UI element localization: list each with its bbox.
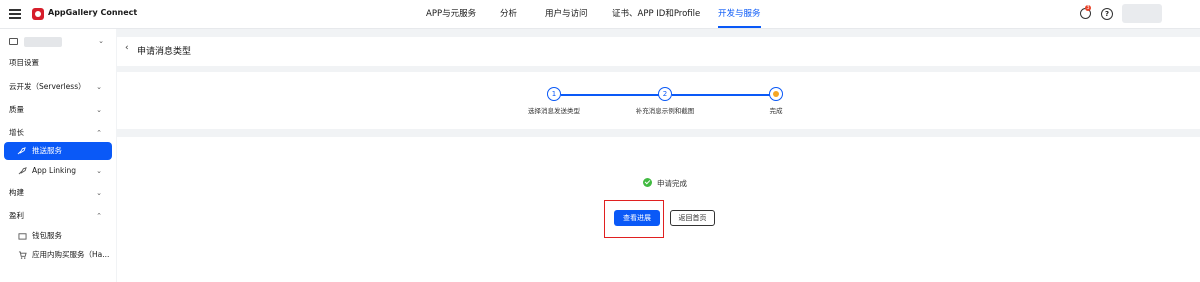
step-2-label: 补充消息示例和截图 (635, 107, 695, 115)
sidebar-item-growth[interactable]: 增长 ⌃ (0, 124, 116, 142)
appgallery-logo (32, 8, 44, 20)
chevron-up-icon: ⌃ (96, 212, 102, 220)
step-2-indicator: 2 (658, 87, 672, 101)
status-text: 申请完成 (657, 179, 687, 188)
notification-badge: 3 (1085, 5, 1091, 11)
step-1-label: 选择消息发送类型 (528, 107, 580, 115)
page-title: 申请消息类型 (137, 47, 192, 57)
page-header: ‹ 申请消息类型 (117, 37, 1200, 66)
rocket-icon (17, 147, 26, 155)
current-step-dot (773, 91, 779, 97)
wallet-icon (18, 233, 27, 240)
back-to-home-button[interactable]: 返回首页 (670, 210, 715, 226)
sidebar-item-iap[interactable]: 应用内购买服务（Ha... (0, 246, 116, 264)
step-progress: 1 2 选择消息发送类型 补充消息示例和截图 完成 (117, 72, 1200, 129)
step-1-indicator: 1 (547, 87, 561, 101)
link-icon (18, 167, 27, 175)
sidebar-item-serverless[interactable]: 云开发（Serverless） ⌄ (0, 78, 116, 96)
project-name-redacted (24, 37, 62, 47)
sidebar-item-push-kit[interactable]: 推送服务 (4, 142, 112, 160)
chevron-down-icon: ⌄ (96, 189, 102, 197)
chevron-up-icon: ⌃ (96, 129, 102, 137)
chevron-down-icon: ⌄ (96, 83, 102, 91)
step-connector (561, 94, 659, 96)
nav-develop-services[interactable]: 开发与服务 (718, 0, 761, 28)
nav-analytics[interactable]: 分析 (500, 0, 517, 28)
step-connector (672, 94, 770, 96)
sidebar: ⌄ 项目设置 云开发（Serverless） ⌄ 质量 ⌄ 增长 ⌃ 推送服务 … (0, 29, 116, 282)
nav-users-access[interactable]: 用户与访问 (545, 0, 588, 28)
chevron-down-icon: ⌄ (98, 37, 104, 45)
sidebar-item-app-linking[interactable]: App Linking ⌄ (0, 162, 116, 180)
result-panel: 申请完成 查看进展 返回首页 (117, 137, 1200, 282)
sidebar-item-project-settings[interactable]: 项目设置 (0, 54, 116, 72)
project-selector[interactable]: ⌄ (9, 35, 109, 49)
nav-certificates[interactable]: 证书、APP ID和Profile (612, 0, 700, 28)
brand-name: AppGallery Connect (48, 8, 138, 17)
sidebar-item-build[interactable]: 构建 ⌄ (0, 184, 116, 202)
help-icon[interactable]: ? (1101, 8, 1113, 20)
sidebar-item-quality[interactable]: 质量 ⌄ (0, 101, 116, 119)
highlight-box (604, 200, 664, 238)
cart-icon (18, 251, 27, 259)
sidebar-item-monetize[interactable]: 盈利 ⌃ (0, 207, 116, 225)
chevron-down-icon: ⌄ (96, 106, 102, 114)
success-check-icon (643, 178, 652, 187)
back-arrow-icon[interactable]: ‹ (125, 43, 129, 53)
step-3-label: 完成 (769, 107, 783, 115)
step-3-indicator (769, 87, 783, 101)
chevron-down-icon: ⌄ (96, 167, 102, 175)
nav-app-services[interactable]: APP与元服务 (426, 0, 476, 28)
sidebar-item-wallet[interactable]: 钱包服务 (0, 227, 116, 245)
folder-icon (9, 38, 18, 45)
menu-icon[interactable] (9, 9, 21, 19)
user-avatar[interactable] (1122, 4, 1162, 23)
top-bar: AppGallery Connect APP与元服务 分析 用户与访问 证书、A… (0, 0, 1200, 29)
